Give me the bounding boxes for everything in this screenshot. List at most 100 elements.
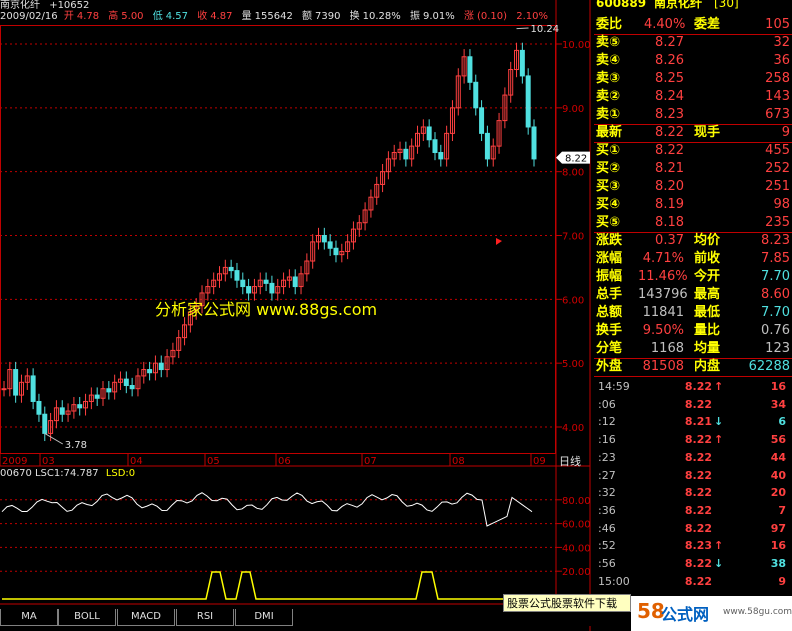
row-value: 143796 [638, 287, 688, 302]
candle-body [1, 388, 7, 391]
row-label: 涨跌 [596, 233, 623, 248]
row-value: 8.18 [655, 215, 684, 230]
row-label-2: 均量 [694, 341, 721, 356]
row-label: 总手 [596, 287, 623, 302]
row-label: 卖② [596, 89, 621, 104]
lsd-line [2, 571, 532, 600]
info-chg-value: (0.10) [476, 11, 508, 22]
row-volume: 455 [765, 143, 790, 158]
tick-row[interactable]: :36 8.22 7 [594, 502, 792, 520]
info-amt-value: 7390 [315, 11, 341, 22]
tick-price: 8.22 [684, 521, 712, 535]
candle-body [246, 286, 252, 294]
row-label-2: 今开 [694, 269, 721, 284]
arrow-down-icon: ↓ [714, 415, 724, 429]
tick-price: 8.22 [684, 574, 712, 588]
ask-level-5: 卖⑤ 8.27 32 [594, 34, 792, 52]
candle-body [234, 270, 240, 281]
tick-volume: 9 [778, 574, 786, 588]
tab-ma[interactable]: MA [0, 609, 58, 626]
kline-chart-panel[interactable]: 10.00 9.00 8.00 7.00 6.00 5.00 4.00 8.22 10.24 3.… [0, 0, 592, 631]
date-tick-label: 08 [452, 456, 465, 467]
info-amp-label: 振 [409, 11, 420, 22]
stat-row: 振幅 11.46% 今开 7.70 [594, 268, 792, 286]
stock-period: [30] [714, 0, 739, 10]
current-price-label: 8.22 [565, 154, 587, 165]
candle-body [519, 49, 525, 77]
price-tick-label: 5.00 [562, 359, 584, 370]
info-amt-label: 额 [302, 11, 313, 22]
row-label: 卖③ [596, 71, 621, 86]
row-value: 8.19 [655, 197, 684, 212]
tick-row[interactable]: :46 8.22 97 [594, 520, 792, 538]
info-close: 收 4.87 [197, 11, 235, 22]
info-chg: 涨 (0.10) [464, 11, 510, 22]
row-value: 4.71% [642, 251, 684, 266]
tick-volume: 56 [770, 433, 786, 447]
tick-time: :56 [598, 557, 616, 570]
site-logo[interactable]: 58 公式网 www.58gu.com [631, 596, 792, 631]
row-volume: 0.76 [761, 323, 790, 338]
row-value: 8.21 [655, 161, 684, 176]
candle-body [77, 404, 83, 409]
tab-boll[interactable]: BOLL [58, 609, 116, 626]
weibi-value: 4.40% [644, 17, 686, 32]
indicator-tick-label: 60.00 [562, 520, 591, 531]
tick-price: 8.22 [684, 503, 712, 517]
stat-row: 涨跌 0.37 均价 8.23 [594, 232, 792, 250]
row-volume: 98 [773, 197, 790, 212]
tick-row[interactable]: 15:00 8.22 9 [594, 573, 792, 591]
candle-body [228, 266, 234, 272]
tick-price: 8.23 [684, 539, 712, 553]
tick-time: :27 [598, 468, 616, 482]
info-open: 开 4.78 [64, 11, 102, 22]
tick-row[interactable]: :27 8.22 40 [594, 467, 792, 485]
row-label: 买③ [596, 179, 621, 194]
tick-row[interactable]: :32 8.22 20 [594, 484, 792, 502]
candle-body [426, 126, 432, 141]
row-volume: 7.85 [761, 251, 790, 266]
ask-level-2: 卖② 8.24 143 [594, 88, 792, 106]
tick-row[interactable]: :06 8.22 34 [594, 396, 792, 414]
tick-time: :23 [598, 450, 616, 464]
tick-volume: 97 [770, 521, 786, 535]
date-tick-label: 09 [533, 456, 546, 467]
row-value: 8.27 [655, 35, 684, 50]
candle-body [484, 132, 490, 160]
row-label: 分笔 [596, 341, 623, 356]
tick-row[interactable]: 14:59 8.22 ↑ 16 [594, 378, 792, 396]
candle-body [327, 241, 333, 249]
tick-price: 8.22 [684, 557, 712, 570]
candle-body [438, 152, 444, 160]
price-panel-frame [0, 25, 556, 454]
download-banner[interactable]: 股票公式股票软件下载 [503, 594, 631, 612]
quote-side-panel: 600889 南京化纤 [30] 委比 4.40% 委差 105 卖⑤ 8.27 3… [594, 0, 792, 631]
info-date: 2009/02/16 [0, 11, 58, 22]
tick-price: 8.22 [684, 380, 712, 393]
stock-title-row: 600889 南京化纤 [30] [594, 0, 792, 12]
tick-row[interactable]: :16 8.22 ↑ 56 [594, 431, 792, 449]
tab-rsi[interactable]: RSI [176, 609, 234, 626]
info-turn-value: 10.28% [362, 11, 401, 22]
weicha-value: 105 [765, 17, 790, 32]
arrow-up-icon: ↑ [714, 433, 724, 447]
row-value: 1168 [650, 341, 684, 356]
tab-dmi[interactable]: DMI [235, 609, 293, 626]
candle-body [467, 56, 473, 83]
date-tick-label: 05 [207, 456, 220, 467]
tick-row[interactable]: :12 8.21 ↓ 6 [594, 413, 792, 431]
tick-time: :12 [598, 415, 616, 429]
row-volume: 251 [765, 179, 790, 194]
tick-row[interactable]: :52 8.23 ↑ 16 [594, 537, 792, 555]
candle-body [36, 400, 42, 415]
stat-row: 分笔 1168 均量 123 [594, 340, 792, 358]
outer-inner-row: 外盘 81508 内盘 62288 [594, 358, 792, 376]
tab-macd[interactable]: MACD [117, 609, 175, 626]
candle-body [147, 369, 153, 374]
candle-body [158, 362, 164, 371]
tick-row[interactable]: :56 8.22 ↓ 38 [594, 555, 792, 573]
row-volume: 36 [773, 53, 790, 68]
row-label: 买① [596, 143, 621, 158]
tick-row[interactable]: :23 8.22 44 [594, 449, 792, 467]
row-label: 买⑤ [596, 215, 621, 230]
